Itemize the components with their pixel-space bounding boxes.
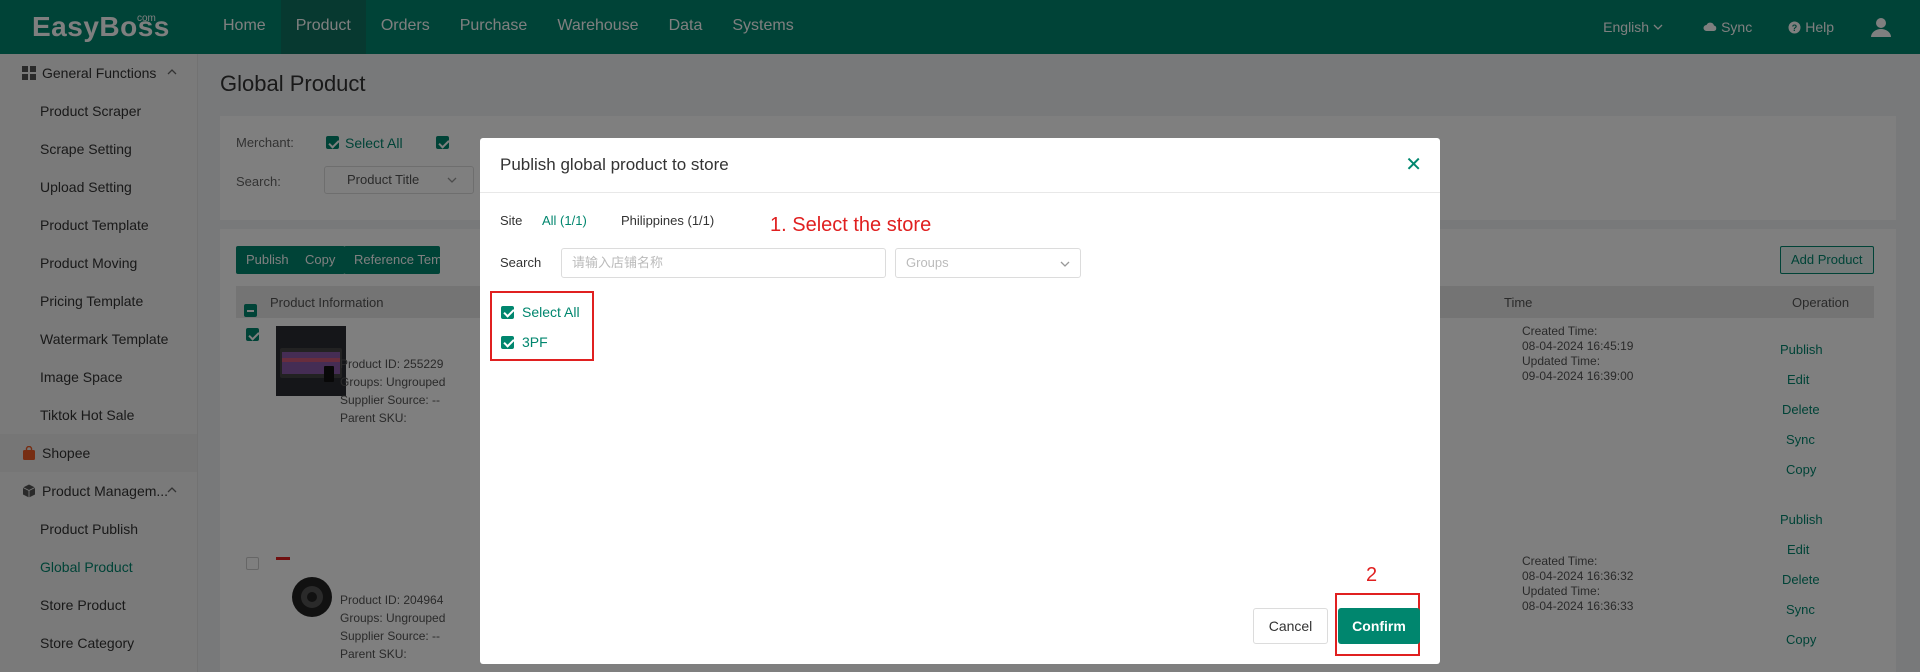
- groups-select[interactable]: Groups: [895, 248, 1081, 278]
- confirm-button[interactable]: Confirm: [1338, 608, 1420, 644]
- store-search-input[interactable]: 请输入店铺名称: [561, 248, 886, 278]
- cancel-button[interactable]: Cancel: [1253, 608, 1328, 644]
- chevron-down-icon: [1060, 261, 1070, 267]
- search-label: Search: [500, 255, 542, 270]
- site-tab-philippines[interactable]: Philippines (1/1): [621, 213, 714, 228]
- annotation-step1: 1. Select the store: [770, 214, 932, 236]
- annotation-step2: 2: [1366, 564, 1378, 586]
- search-placeholder: 请输入店铺名称: [572, 255, 664, 270]
- publish-modal: Publish global product to store ✕ Site A…: [480, 138, 1440, 664]
- annotation-box-store: [490, 291, 594, 361]
- modal-title: Publish global product to store: [500, 155, 729, 174]
- close-icon[interactable]: ✕: [1405, 155, 1422, 175]
- modal-header: Publish global product to store ✕: [480, 138, 1440, 193]
- groups-placeholder: Groups: [906, 255, 949, 270]
- site-tab-all[interactable]: All (1/1): [542, 213, 587, 228]
- site-label: Site: [500, 213, 523, 228]
